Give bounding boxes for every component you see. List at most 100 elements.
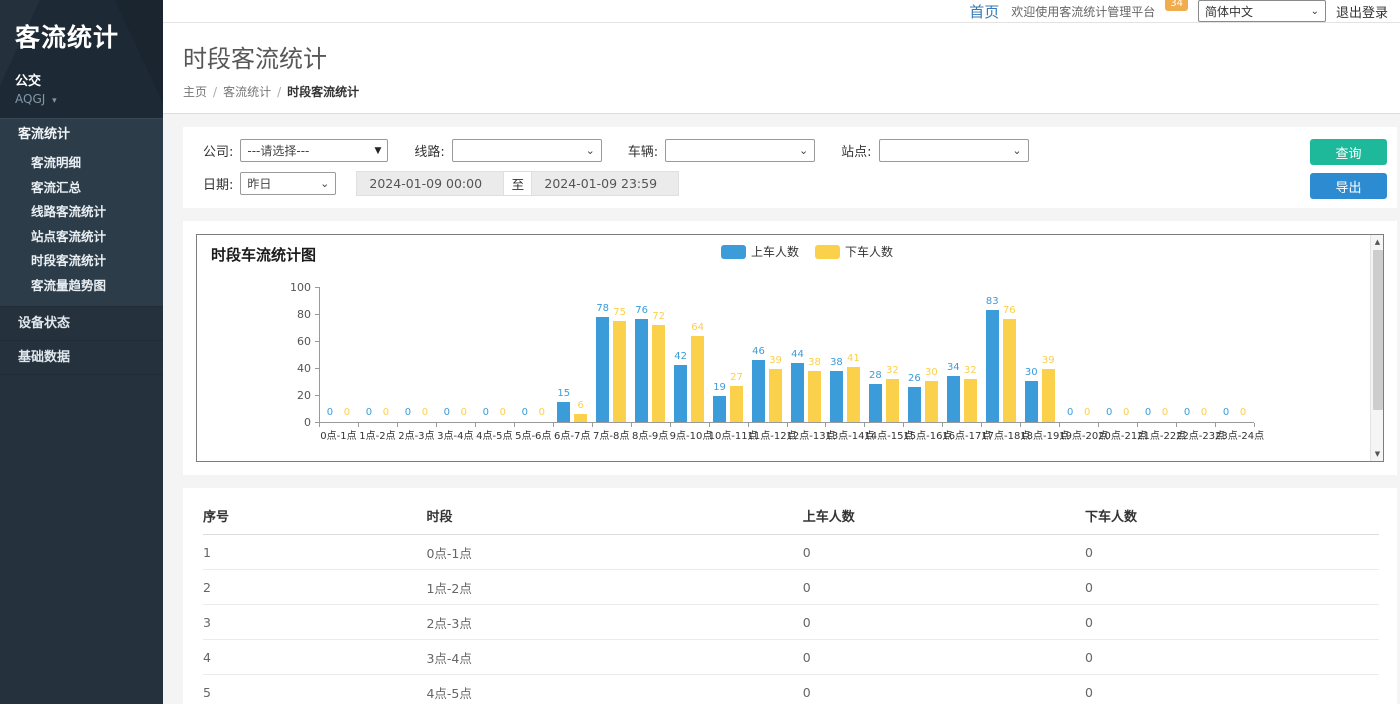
bar-上车人数-17[interactable]	[947, 376, 960, 422]
bar-group-15: 2832	[864, 287, 903, 422]
bar-下车人数-17[interactable]	[964, 379, 977, 422]
bar-下车人数-13[interactable]	[808, 371, 821, 422]
bar-下车人数-9[interactable]	[652, 325, 665, 422]
chevron-down-icon: ⌄	[1311, 6, 1319, 17]
date-preset-select[interactable]: 昨日 ⌄	[240, 172, 336, 195]
table-cell-r5-c4: 0	[1085, 675, 1379, 704]
bar-上车人数-14[interactable]	[830, 371, 843, 422]
sidebar-submenu: 客流明细客流汇总线路客流统计站点客流统计时段客流统计客流量趋势图	[0, 151, 163, 298]
chart-title: 时段车流统计图	[211, 244, 316, 265]
bar-下车人数-15[interactable]	[886, 379, 899, 422]
bar-上车人数-15[interactable]	[869, 384, 882, 422]
bar-group-2: 00	[358, 287, 397, 422]
x-axis-label-22: 21点-22点	[1137, 427, 1176, 442]
sidebar-subitem-2[interactable]: 客流汇总	[0, 176, 163, 201]
topbar: 首页 欢迎使用客流统计管理平台 34 简体中文 ⌄ 退出登录	[163, 0, 1400, 23]
x-axis-label-4: 3点-4点	[436, 427, 475, 442]
bar-上车人数-9[interactable]	[635, 319, 648, 422]
bar-下车人数-11[interactable]	[730, 386, 743, 422]
sidebar-subitem-5[interactable]: 时段客流统计	[0, 249, 163, 274]
bar-上车人数-12[interactable]	[752, 360, 765, 422]
bar-下车人数-14[interactable]	[847, 367, 860, 422]
breadcrumb-item-1[interactable]: 主页	[183, 85, 207, 99]
export-button[interactable]: 导出	[1310, 173, 1387, 199]
chart-vertical-scrollbar[interactable]: ▲ ▼	[1370, 235, 1383, 461]
x-axis-label-11: 10点-11点	[709, 427, 748, 442]
bar-上车人数-13[interactable]	[791, 363, 804, 422]
bar-group-5: 00	[475, 287, 514, 422]
bar-下车人数-10[interactable]	[691, 336, 704, 422]
home-link[interactable]: 首页	[969, 1, 999, 22]
bar-group-1: 00	[319, 287, 358, 422]
x-axis-label-19: 18点-19点	[1020, 427, 1059, 442]
table-cell-r5-c3: 0	[803, 675, 1085, 704]
sidebar-subitem-1[interactable]: 客流明细	[0, 151, 163, 176]
bar-下车人数-7[interactable]	[574, 414, 587, 422]
table-row: 21点-2点00	[203, 570, 1379, 605]
bar-group-14: 3841	[825, 287, 864, 422]
sidebar-subitem-3[interactable]: 线路客流统计	[0, 200, 163, 225]
logout-link[interactable]: 退出登录	[1336, 2, 1388, 21]
sidebar-company-dropdown[interactable]: AQGJ ▾	[15, 92, 163, 106]
sidebar-item-other-2[interactable]: 基础数据	[0, 341, 163, 375]
filter-row-2: 日期: 昨日 ⌄ 2024-01-09 00:00 至 2024-01-09 2…	[203, 171, 1383, 196]
bar-下车人数-18[interactable]	[1003, 319, 1016, 422]
table-cell-r3-c4: 0	[1085, 605, 1379, 640]
bar-group-3: 00	[397, 287, 436, 422]
bar-group-7: 156	[553, 287, 592, 422]
breadcrumb-item-2[interactable]: 客流统计	[223, 85, 271, 99]
bar-下车人数-19[interactable]	[1042, 369, 1055, 422]
end-datetime-input[interactable]: 2024-01-09 23:59	[531, 171, 679, 196]
vehicle-label: 车辆:	[628, 141, 658, 160]
table-cell-r1-c3: 0	[803, 535, 1085, 570]
date-range-separator: 至	[504, 171, 531, 196]
search-button[interactable]: 查询	[1310, 139, 1387, 165]
chart-legend: 上车人数下车人数	[721, 243, 893, 260]
line-select[interactable]: ⌄	[452, 139, 602, 162]
bar-下车人数-8[interactable]	[613, 321, 626, 422]
table-cell-r2-c2: 1点-2点	[426, 570, 802, 605]
bar-value-label: 41	[840, 353, 866, 364]
legend-item-2[interactable]: 下车人数	[815, 243, 893, 260]
bar-上车人数-16[interactable]	[908, 387, 921, 422]
table-cell-r4-c1: 4	[203, 640, 426, 675]
bar-上车人数-19[interactable]	[1025, 381, 1038, 422]
scroll-up-icon[interactable]: ▲	[1371, 235, 1384, 249]
table-cell-r4-c2: 3点-4点	[426, 640, 802, 675]
bar-上车人数-18[interactable]	[986, 310, 999, 422]
table-cell-r3-c2: 2点-3点	[426, 605, 802, 640]
page-title: 时段客流统计	[183, 39, 1400, 74]
chevron-down-icon: ⌄	[320, 177, 329, 190]
vehicle-select[interactable]: ⌄	[665, 139, 815, 162]
bar-上车人数-11[interactable]	[713, 396, 726, 422]
table-cell-r3-c1: 3	[203, 605, 426, 640]
bar-group-16: 2630	[903, 287, 942, 422]
language-select[interactable]: 简体中文 ⌄	[1198, 0, 1326, 22]
start-datetime-input[interactable]: 2024-01-09 00:00	[356, 171, 504, 196]
x-axis-label-20: 19点-20点	[1059, 427, 1098, 442]
station-select[interactable]: ⌄	[879, 139, 1029, 162]
bar-group-10: 4264	[670, 287, 709, 422]
table-cell-r3-c3: 0	[803, 605, 1085, 640]
bar-上车人数-8[interactable]	[596, 317, 609, 422]
bar-group-13: 4438	[787, 287, 826, 422]
legend-label: 上车人数	[751, 243, 799, 260]
sidebar-other-items: 设备状态基础数据	[0, 307, 163, 375]
sidebar-subitem-4[interactable]: 站点客流统计	[0, 225, 163, 250]
scroll-down-icon[interactable]: ▼	[1371, 447, 1384, 461]
sidebar-brand-block: 客流统计 公交 AQGJ ▾	[0, 0, 163, 118]
sidebar-item-passenger-stats[interactable]: 客流统计	[0, 119, 163, 151]
x-axis-label-17: 16点-17点	[942, 427, 981, 442]
scrollbar-thumb[interactable]	[1373, 250, 1383, 410]
bar-下车人数-16[interactable]	[925, 381, 938, 422]
sidebar-subitem-6[interactable]: 客流量趋势图	[0, 274, 163, 299]
bar-value-label: 64	[685, 322, 711, 333]
dropdown-triangle-icon: ▼	[374, 146, 381, 156]
sidebar-item-other-1[interactable]: 设备状态	[0, 307, 163, 341]
bar-下车人数-12[interactable]	[769, 369, 782, 422]
bar-value-label: 6	[568, 400, 594, 411]
bar-上车人数-10[interactable]	[674, 365, 687, 422]
x-axis-label-14: 13点-14点	[825, 427, 864, 442]
company-select[interactable]: ---请选择--- ▼	[240, 139, 388, 162]
legend-item-1[interactable]: 上车人数	[721, 243, 799, 260]
